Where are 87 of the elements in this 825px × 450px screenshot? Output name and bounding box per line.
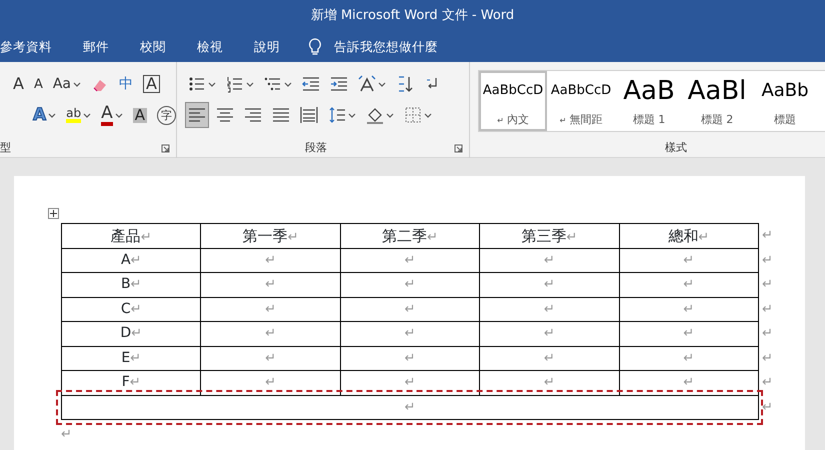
table-cell: ↵ [340, 248, 480, 272]
table-cell: 第二季↵ [340, 224, 480, 248]
ribbon-tab[interactable]: 郵件 [83, 38, 109, 56]
style-option[interactable]: AaBbCcD ↵ 無間距 [547, 71, 615, 131]
row-end-mark: ↵ [762, 302, 773, 316]
font-color-button[interactable]: A [98, 102, 126, 128]
row-end-mark: ↵ [762, 252, 773, 268]
table-cell: B↵ [62, 272, 201, 297]
table-cell: 第一季↵ [200, 224, 340, 248]
table-cell: ↵ [200, 272, 340, 297]
align-right-icon [244, 106, 262, 124]
ribbon-tab[interactable]: 檢視 [197, 38, 223, 56]
borders-icon [404, 106, 422, 124]
tell-me-search[interactable]: 告訴我您想做什麼 [334, 38, 438, 56]
group-label: 樣式 [665, 140, 687, 156]
align-left-icon [188, 106, 206, 124]
row-end-mark: ↵ [762, 228, 773, 243]
table-cell: ↵ [619, 297, 758, 322]
table-cell: D↵ [62, 322, 201, 346]
table-cell: ↵ [340, 322, 480, 346]
change-case-button[interactable]: Aa [50, 71, 84, 97]
style-option[interactable]: AaB 標題 1 [615, 71, 683, 131]
ribbon-tab[interactable]: 說明 [254, 38, 280, 56]
table-cell: C↵ [62, 297, 201, 322]
phonetic-guide-button[interactable]: 中 [116, 71, 136, 97]
row-end-mark: ↵ [762, 277, 773, 292]
row-end-mark: ↵ [762, 350, 773, 366]
table-cell: ↵ [200, 370, 340, 395]
sort-icon [396, 75, 414, 93]
highlight-button[interactable]: ab [63, 102, 94, 128]
table-cell: ↵ [480, 322, 620, 346]
distributed-icon [300, 106, 318, 124]
ribbon-tab[interactable]: 參考資料 [0, 38, 52, 56]
window-title: 新增 Microsoft Word 文件 - Word [310, 7, 514, 26]
table-cell: E↵ [62, 346, 201, 370]
table-cell: ↵ [619, 370, 758, 395]
table-cell: F↵ [62, 370, 201, 395]
table-cell: ↵ [480, 272, 620, 297]
table-cell: ↵ [200, 248, 340, 272]
table-cell: 第三季↵ [480, 224, 620, 248]
table-cell: 產品↵ [62, 224, 201, 248]
table-cell: ↵ [200, 322, 340, 346]
table-cell: ↵ [340, 272, 480, 297]
table-cell: ↵ [619, 272, 758, 297]
table-cell: ↵ [200, 297, 340, 322]
outdent-icon [302, 75, 320, 93]
multilevel-list-icon [264, 75, 282, 93]
row-end-mark: ↵ [762, 326, 773, 341]
table-cell: ↵ [619, 322, 758, 346]
indent-icon [330, 75, 348, 93]
table-cell: ↵ [340, 297, 480, 322]
bullets-icon [188, 75, 206, 93]
table-cell: A↵ [62, 248, 201, 272]
table-move-handle-icon [48, 208, 59, 219]
table-cell: ↵ [619, 248, 758, 272]
align-left-button[interactable] [185, 102, 209, 128]
table-cell: ↵ [340, 370, 480, 395]
lightbulb-icon[interactable] [308, 38, 322, 56]
numbered-list-icon [226, 75, 244, 93]
dialog-launcher-icon [161, 144, 170, 153]
text-direction-icon [358, 75, 376, 93]
justify-icon [272, 106, 290, 124]
group-label: 型 [0, 140, 11, 156]
shrink-font-button[interactable]: A [30, 71, 46, 97]
table-cell: 總和↵ [619, 224, 758, 248]
table-cell: ↵ [480, 370, 620, 395]
row-end-mark: ↵ [762, 375, 773, 390]
group-label: 段落 [305, 140, 327, 156]
table-cell: ↵ [619, 346, 758, 370]
table-cell: ↵ [480, 248, 620, 272]
table-cell: ↵ [340, 346, 480, 370]
table-cell: ↵ [480, 346, 620, 370]
grow-font-button[interactable]: A [10, 71, 27, 97]
character-shading-button[interactable]: A [130, 102, 150, 128]
table-cell: ↵ [200, 346, 340, 370]
style-option[interactable]: AaBl 標題 2 [683, 71, 751, 131]
align-center-icon [216, 106, 234, 124]
dialog-launcher-icon [454, 144, 463, 153]
shading-icon [366, 106, 384, 124]
paragraph-mark: ↵ [61, 426, 72, 444]
style-option[interactable]: AaBbCcD ↵ 內文 [479, 71, 547, 131]
line-spacing-icon [328, 106, 346, 124]
table-cell: ↵ [480, 297, 620, 322]
ribbon-tab[interactable]: 校閱 [140, 38, 166, 56]
table-cell: ↵ [62, 395, 758, 420]
row-end-mark: ↵ [762, 400, 773, 414]
style-option[interactable]: AaBb 標題 [751, 71, 819, 131]
